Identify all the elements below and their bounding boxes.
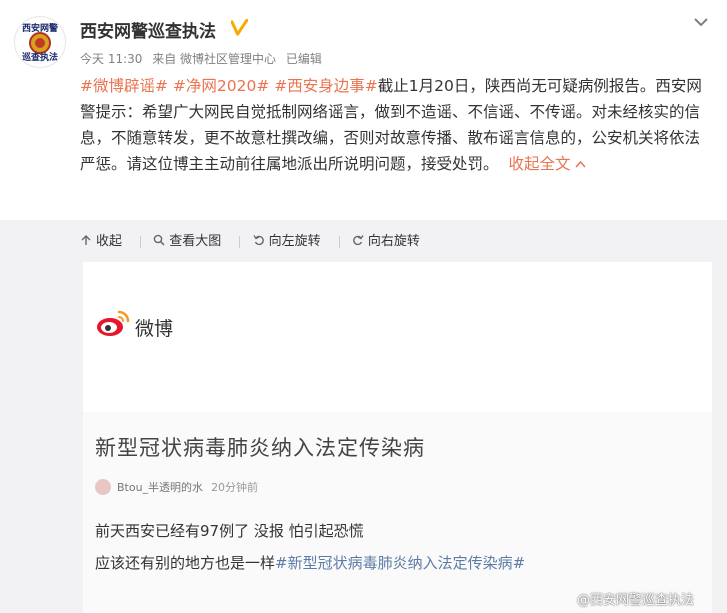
collapse-label: 收起全文 [508, 155, 571, 173]
image-author-row: Btou_半透明的水 20分钟前 [95, 479, 258, 495]
rotate-right-label: 向右旋转 [367, 234, 420, 249]
image-text-prefix: 应该还有别的地方也是一样 [95, 554, 276, 572]
author-avatar[interactable]: 西安网警 巡查执法 [14, 16, 66, 68]
media-toolbar: 收起 查看大图 向左旋转 向右旋转 [80, 230, 426, 250]
hashtag-link[interactable]: #净网2020# [173, 77, 269, 95]
view-large-label: 查看大图 [169, 234, 222, 249]
collapse-button-label: 收起 [96, 234, 123, 249]
weibo-logo-icon [97, 310, 130, 336]
rotate-left-button[interactable]: 向左旋转 [253, 230, 321, 249]
image-watermark: @西安网警巡查执法 [576, 593, 694, 608]
post-meta: 今天 11:30 来自 微博社区管理中心 已编辑 [80, 50, 328, 67]
verified-badge-icon [231, 19, 248, 36]
view-large-button[interactable]: 查看大图 [153, 230, 221, 249]
collapse-link[interactable]: 收起全文 [509, 155, 587, 173]
image-text-line: 前天西安已经有97例了 没报 怕引起恐慌 [95, 522, 364, 540]
image-text-line: 应该还有别的地方也是一样#新型冠状病毒肺炎纳入法定传染病# [95, 552, 525, 573]
image-header: 微博 [83, 262, 712, 413]
avatar-text-bottom: 巡查执法 [21, 53, 58, 63]
rotate-right-button[interactable]: 向右旋转 [352, 230, 420, 249]
image-body: 新型冠状病毒肺炎纳入法定传染病 Btou_半透明的水 20分钟前 前天西安已经有… [83, 412, 712, 613]
post-image[interactable]: 微博 新型冠状病毒肺炎纳入法定传染病 Btou_半透明的水 20分钟前 前天西安… [83, 262, 712, 613]
edited-label[interactable]: 已编辑 [286, 52, 322, 66]
post-time[interactable]: 今天 11:30 [80, 52, 142, 66]
image-headline: 新型冠状病毒肺炎纳入法定传染病 [95, 436, 425, 460]
hashtag-link[interactable]: #西安身边事# [274, 77, 377, 95]
collapse-button[interactable]: 收起 [80, 230, 122, 249]
toolbar-divider [338, 236, 340, 248]
image-hashtag: #新型冠状病毒肺炎纳入法定传染病# [275, 554, 526, 572]
image-author-name: Btou_半透明的水 [117, 481, 204, 494]
post-content: #微博辟谣# #净网2020# #西安身边事#截止1月20日，陕西尚无可疑病例报… [80, 73, 702, 177]
rotate-left-label: 向左旋转 [268, 234, 321, 249]
post-source[interactable]: 来自 微博社区管理中心 [152, 52, 276, 66]
rotate-left-icon [253, 234, 264, 245]
chevron-up-icon [575, 160, 587, 168]
search-icon [153, 234, 165, 246]
image-author-time: 20分钟前 [211, 481, 259, 494]
avatar [95, 479, 111, 495]
hashtag-link[interactable]: #微博辟谣# [80, 77, 168, 95]
chevron-down-icon[interactable] [692, 13, 710, 31]
author-name[interactable]: 西安网警巡查执法 [80, 17, 216, 42]
toolbar-divider [140, 236, 142, 248]
toolbar-divider [239, 236, 241, 248]
arrow-up-icon [81, 234, 91, 245]
weibo-logo-text: 微博 [135, 318, 174, 340]
rotate-right-icon [353, 234, 364, 245]
